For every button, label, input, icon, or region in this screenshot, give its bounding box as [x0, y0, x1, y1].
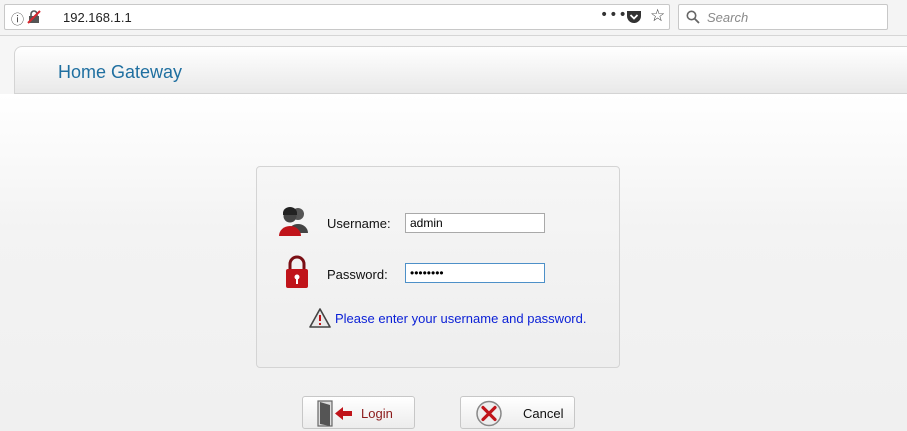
password-input[interactable] — [405, 263, 545, 283]
password-label: Password: — [327, 267, 388, 282]
cancel-button-label: Cancel — [523, 406, 564, 421]
login-door-icon — [317, 400, 352, 427]
info-icon[interactable]: ⓘ — [11, 9, 24, 28]
search-placeholder: Search — [707, 10, 749, 25]
url-text[interactable]: 192.168.1.1 — [63, 10, 132, 25]
user-icon — [279, 207, 308, 236]
tracking-off-icon[interactable] — [27, 10, 41, 24]
bookmark-star-icon[interactable]: ☆ — [650, 6, 665, 26]
page-header: Home Gateway — [14, 46, 907, 94]
login-panel: Username: Password: Please enter your us… — [256, 166, 620, 368]
search-icon — [686, 10, 700, 24]
search-input[interactable]: Search — [678, 4, 888, 30]
login-button-label: Login — [361, 406, 393, 421]
cancel-button[interactable]: Cancel — [460, 396, 575, 429]
more-icon[interactable]: ••• — [600, 7, 628, 23]
lock-icon — [286, 255, 308, 288]
login-message: Please enter your username and password. — [335, 311, 587, 326]
username-label: Username: — [327, 216, 391, 231]
page: Home Gateway Username: Password: Please … — [0, 36, 907, 431]
cancel-x-icon — [476, 400, 502, 427]
login-button[interactable]: Login — [302, 396, 415, 429]
browser-toolbar: ⓘ 192.168.1.1 ••• ☆ Search — [0, 0, 907, 36]
username-input[interactable] — [405, 213, 545, 233]
warning-icon — [309, 308, 331, 328]
page-title: Home Gateway — [58, 62, 183, 82]
pocket-icon[interactable] — [626, 10, 642, 24]
address-bar[interactable]: ⓘ 192.168.1.1 ••• ☆ — [4, 4, 670, 30]
